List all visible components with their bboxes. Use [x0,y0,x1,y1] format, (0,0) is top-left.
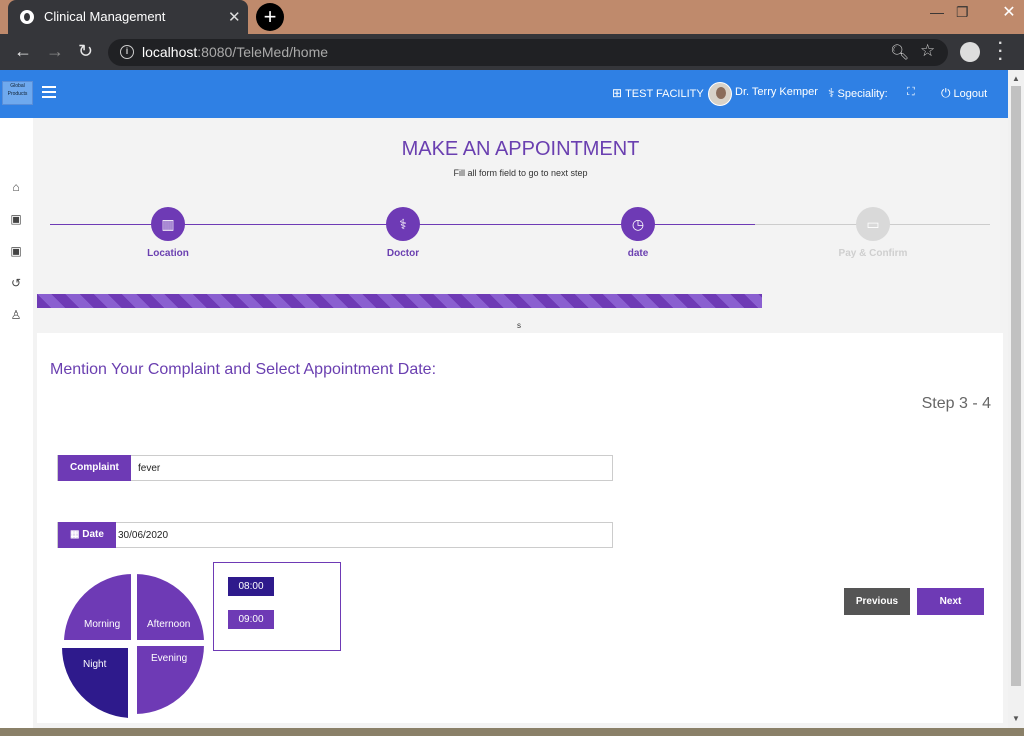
date-input[interactable] [110,523,610,547]
minimize-icon[interactable]: — [930,4,944,20]
url-text[interactable]: localhost:8080/TeleMed/home [142,44,328,60]
progress-marker: s [517,321,521,330]
step-pay-credit-card-icon[interactable]: ▭ [856,207,890,241]
step-date-clock-icon[interactable]: ◷ [621,207,655,241]
profile-icon[interactable] [960,42,980,62]
complaint-label: Complaint [58,455,131,481]
scroll-up-icon[interactable]: ▲ [1012,74,1020,83]
progress-bar [37,294,762,308]
facility-link[interactable]: ⊞ TEST FACILITY [612,86,704,100]
user-md-icon[interactable]: ♙ [9,308,23,322]
form-title: Mention Your Complaint and Select Appoin… [50,361,437,378]
logo[interactable]: Global Products [2,81,33,105]
os-taskbar [0,728,1024,736]
reload-icon[interactable]: ↻ [78,41,93,62]
time-period-pie [59,571,207,721]
period-label-night[interactable]: Night [83,659,106,670]
step-location-map-icon[interactable]: ▥ [151,207,185,241]
medical-kit-icon[interactable]: ▣ [9,212,23,226]
period-label-afternoon[interactable]: Afternoon [147,619,190,630]
step-label-date: date [627,248,649,259]
info-icon[interactable]: i [120,45,134,59]
plus-square-icon: ⊞ [612,86,623,100]
page-title: MAKE AN APPOINTMENT [401,138,640,160]
next-button[interactable]: Next [917,588,984,615]
new-tab-button[interactable]: + [256,3,284,31]
close-tab-icon[interactable]: ✕ [228,8,241,26]
period-label-morning[interactable]: Morning [84,619,120,630]
close-window-icon[interactable]: ✕ [994,2,1024,24]
fullscreen-icon[interactable]: ⛶ [907,86,915,99]
page-subtitle: Fill all form field to go to next step [453,168,588,178]
history-icon[interactable]: ↺ [9,276,23,290]
back-icon[interactable]: ← [14,41,32,62]
period-label-evening[interactable]: Evening [151,653,187,664]
hamburger-menu-icon[interactable] [42,86,56,98]
browser-titlebar: Clinical Management ✕ + — ❐ ✕ [0,0,1024,34]
date-label: ▦ Date [58,522,116,548]
date-field: ▦ Date [57,522,613,548]
restore-icon[interactable]: ❐ [956,4,969,21]
app-header: Global Products ⊞ TEST FACILITY Dr. Terry… [0,70,1008,118]
speciality-link[interactable]: ⚕ Speciality: [828,86,888,100]
main-content: MAKE AN APPOINTMENT Fill all form field … [33,118,1008,728]
page-viewport: Global Products ⊞ TEST FACILITY Dr. Terry… [0,70,1008,728]
complaint-field: Complaint [57,455,613,481]
browser-tab[interactable]: Clinical Management ✕ [8,0,248,34]
time-slots: 08:00 09:00 [213,562,341,651]
appointment-card: Mention Your Complaint and Select Appoin… [37,333,1003,723]
scroll-down-icon[interactable]: ▼ [1012,714,1020,723]
step-label-location: Location [147,248,189,259]
complaint-input[interactable] [130,456,610,480]
forward-icon[interactable]: → [46,41,64,62]
page-scrollbar[interactable]: ▲ ▼ [1008,70,1024,728]
step-doctor-stethoscope-icon[interactable]: ⚕ [386,207,420,241]
step-label-pay-confirm: Pay & Confirm [838,248,908,259]
pie-slice-morning[interactable] [61,571,133,642]
logout-link[interactable]: ⏻ Logout [941,86,987,101]
time-slot[interactable]: 09:00 [228,610,274,629]
browser-toolbar: ← → ↻ i localhost:8080/TeleMed/home 🔍︎ ☆ [0,34,1024,70]
globe-icon [20,10,34,24]
tab-title: Clinical Management [44,9,166,24]
bookmark-star-icon[interactable]: ☆ [920,41,935,61]
scroll-thumb[interactable] [1011,86,1021,686]
step-label-doctor: Doctor [386,248,420,259]
time-slot[interactable]: 08:00 [228,577,274,596]
pie-slice-night[interactable] [59,646,130,721]
step-count: Step 3 - 4 [921,395,991,412]
address-bar[interactable]: i localhost:8080/TeleMed/home 🔍︎ ☆ [108,39,948,66]
sidebar: ⌂ ▣ ▣ ↺ ♙ [0,118,33,728]
browser-menu-icon[interactable]: · · · [998,36,1003,68]
medical-kit-icon[interactable]: ▣ [9,244,23,258]
stethoscope-icon: ⚕ [828,86,835,100]
home-icon[interactable]: ⌂ [9,180,23,194]
zoom-icon[interactable]: 🔍︎ [890,43,909,61]
power-icon: ⏻ [941,86,951,100]
calendar-icon: ▦ [70,529,83,540]
pie-slice-afternoon[interactable] [135,571,207,642]
doctor-name[interactable]: Dr. Terry Kemper [735,86,818,98]
avatar[interactable] [708,82,732,106]
previous-button[interactable]: Previous [844,588,910,615]
